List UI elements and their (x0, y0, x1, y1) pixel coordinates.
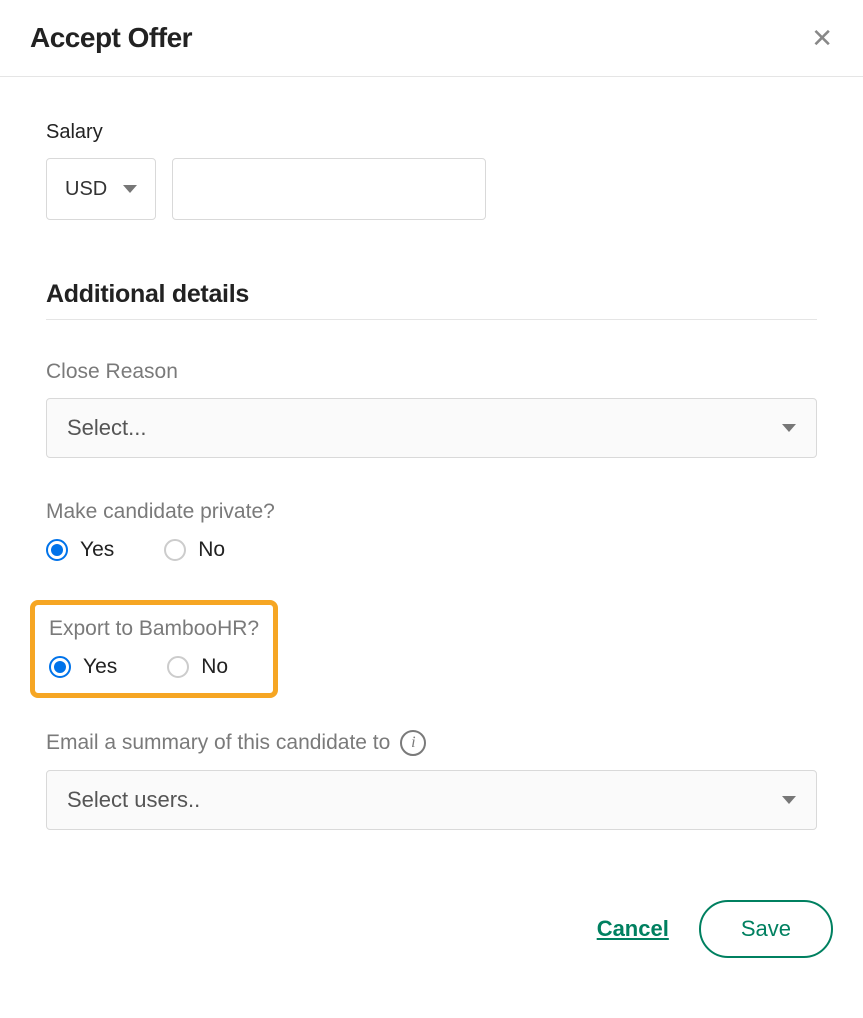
radio-icon (167, 656, 189, 678)
caret-down-icon (782, 424, 796, 432)
radio-icon (164, 539, 186, 561)
close-reason-select[interactable]: Select... (46, 398, 817, 458)
currency-value: USD (65, 178, 107, 201)
export-bamboo-highlight: Export to BambooHR? Yes No (30, 600, 278, 698)
export-bamboo-options: Yes No (49, 655, 259, 679)
salary-label: Salary (46, 121, 817, 144)
salary-row: USD (46, 158, 817, 220)
email-summary-label: Email a summary of this candidate to (46, 731, 390, 755)
export-bamboo-group: Export to BambooHR? Yes No (49, 617, 259, 679)
modal-title: Accept Offer (30, 22, 192, 54)
make-private-yes[interactable]: Yes (46, 538, 114, 562)
radio-icon (49, 656, 71, 678)
salary-input[interactable] (172, 158, 486, 220)
modal-body: Salary USD Additional details Close Reas… (0, 77, 863, 870)
email-summary-label-row: Email a summary of this candidate to i (46, 730, 817, 756)
close-icon[interactable]: ✕ (811, 25, 833, 51)
currency-select[interactable]: USD (46, 158, 156, 220)
export-bamboo-label: Export to BambooHR? (49, 617, 259, 641)
make-private-label: Make candidate private? (46, 500, 817, 524)
radio-label: Yes (83, 655, 117, 679)
caret-down-icon (782, 796, 796, 804)
make-private-no[interactable]: No (164, 538, 225, 562)
radio-label: Yes (80, 538, 114, 562)
email-summary-placeholder: Select users.. (67, 787, 200, 813)
radio-label: No (201, 655, 228, 679)
make-private-group: Make candidate private? Yes No (46, 500, 817, 562)
email-summary-select[interactable]: Select users.. (46, 770, 817, 830)
export-bamboo-yes[interactable]: Yes (49, 655, 117, 679)
close-reason-label: Close Reason (46, 360, 817, 384)
info-icon[interactable]: i (400, 730, 426, 756)
caret-down-icon (123, 185, 137, 193)
save-button[interactable]: Save (699, 900, 833, 958)
cancel-button[interactable]: Cancel (597, 916, 669, 942)
radio-icon (46, 539, 68, 561)
close-reason-placeholder: Select... (67, 415, 146, 441)
modal-footer: Cancel Save (0, 870, 863, 982)
radio-label: No (198, 538, 225, 562)
export-bamboo-no[interactable]: No (167, 655, 228, 679)
make-private-options: Yes No (46, 538, 817, 562)
additional-details-heading: Additional details (46, 280, 817, 320)
modal-header: Accept Offer ✕ (0, 0, 863, 77)
